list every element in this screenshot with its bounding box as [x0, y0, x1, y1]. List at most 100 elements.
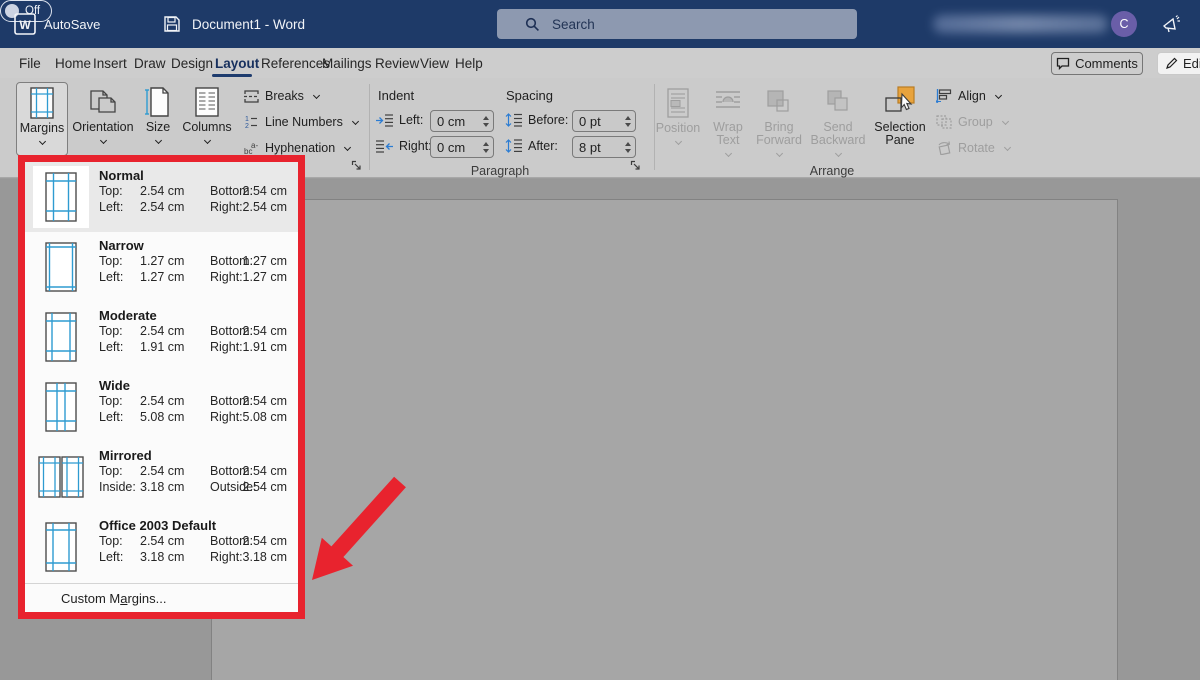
measure-label: Top:: [99, 184, 123, 198]
megaphone-icon[interactable]: [1160, 13, 1182, 35]
tab-help[interactable]: Help: [455, 48, 483, 78]
comments-label: Comments: [1075, 56, 1138, 71]
svg-text:1: 1: [245, 116, 249, 123]
columns-icon: [192, 86, 222, 118]
document-page[interactable]: [211, 199, 1118, 680]
svg-text:a-: a-: [251, 141, 258, 150]
tab-home[interactable]: Home: [55, 48, 91, 78]
margins-button[interactable]: Margins: [16, 82, 68, 156]
margins-preset-icon-office2003: [33, 516, 89, 578]
edit-button[interactable]: Edit: [1157, 52, 1200, 75]
measure-value: 1.27 cm: [243, 254, 287, 268]
margins-option-normal[interactable]: Normal Top: 2.54 cm Bottom: 2.54 cm Left…: [25, 162, 298, 232]
measure-label: Right:: [210, 340, 243, 354]
measure-value: 3.18 cm: [140, 550, 184, 564]
measure-label: Top:: [99, 254, 123, 268]
wrap-text-label: Wrap Text: [704, 121, 752, 147]
avatar[interactable]: C: [1111, 11, 1137, 37]
page-setup-dialog-launcher[interactable]: [351, 160, 364, 173]
indent-label: Indent: [378, 88, 414, 103]
line-numbers-button[interactable]: 1 2 Line Numbers: [244, 114, 358, 130]
measure-value: 2.54 cm: [243, 394, 287, 408]
size-button[interactable]: Size: [137, 82, 179, 156]
columns-button[interactable]: Columns: [182, 82, 232, 156]
position-icon: [665, 87, 691, 119]
indent-right-row: Right:: [376, 138, 432, 154]
measure-value: 5.08 cm: [140, 410, 184, 424]
indent-right-stepper[interactable]: [479, 137, 493, 157]
chevron-down-icon: [344, 143, 351, 150]
spacing-after-field: [572, 136, 636, 158]
size-icon: [143, 86, 173, 118]
measure-value: 1.27 cm: [243, 270, 287, 284]
orientation-button[interactable]: Orientation: [74, 82, 132, 156]
paragraph-dialog-launcher[interactable]: [630, 160, 643, 173]
search-box[interactable]: [497, 9, 857, 39]
comments-button[interactable]: Comments: [1051, 52, 1143, 75]
document-title: Document1 - Word: [192, 0, 305, 48]
tab-design[interactable]: Design: [171, 48, 213, 78]
spacing-after-input[interactable]: [573, 137, 621, 157]
breaks-button[interactable]: Breaks: [244, 88, 319, 104]
measure-value: 2.54 cm: [243, 200, 287, 214]
measure-value: 3.18 cm: [140, 480, 184, 494]
bring-forward-button: Bring Forward: [752, 82, 806, 156]
margins-icon: [27, 87, 57, 119]
measure-value: 2.54 cm: [243, 464, 287, 478]
spacing-before-input[interactable]: [573, 111, 621, 131]
preset-title: Moderate: [99, 308, 292, 324]
word-app-icon[interactable]: W: [14, 13, 36, 35]
chevron-down-icon: [1004, 143, 1011, 150]
hyphenation-label: Hyphenation: [265, 141, 335, 155]
chevron-down-icon: [674, 138, 681, 145]
selection-pane-button[interactable]: Selection Pane: [870, 82, 930, 156]
margins-option-office-2003-default[interactable]: Office 2003 Default Top: 2.54 cm Bottom:…: [25, 512, 298, 582]
margins-option-narrow[interactable]: Narrow Top: 1.27 cm Bottom: 1.27 cm Left…: [25, 232, 298, 302]
custom-margins-label: Custom M: [61, 591, 120, 606]
rotate-button: Rotate: [936, 140, 1010, 156]
breaks-label: Breaks: [265, 89, 304, 103]
tab-file[interactable]: File: [19, 48, 41, 78]
save-icon[interactable]: [163, 15, 181, 33]
measure-label: Left:: [99, 410, 123, 424]
chevron-down-icon: [995, 91, 1002, 98]
align-button[interactable]: Align: [936, 88, 1001, 104]
chevron-down-icon: [203, 137, 210, 144]
measure-label: Left:: [99, 270, 123, 284]
tab-mailings[interactable]: Mailings: [322, 48, 372, 78]
indent-right-input[interactable]: [431, 137, 479, 157]
indent-left-input[interactable]: [431, 111, 479, 131]
annotation-arrow: [300, 460, 410, 600]
group-button: Group: [936, 114, 1008, 130]
hyphenation-button[interactable]: bc a- Hyphenation: [244, 140, 350, 156]
bring-forward-label: Bring Forward: [752, 121, 806, 147]
svg-text:W: W: [19, 18, 31, 32]
send-backward-label: Send Backward: [808, 121, 868, 147]
chevron-down-icon: [99, 137, 106, 144]
search-input[interactable]: [552, 17, 802, 32]
orientation-label: Orientation: [72, 121, 133, 134]
spacing-before-stepper[interactable]: [621, 111, 635, 131]
tab-review[interactable]: Review: [375, 48, 419, 78]
tab-draw[interactable]: Draw: [134, 48, 166, 78]
measure-value: 2.54 cm: [140, 184, 184, 198]
chevron-down-icon: [38, 138, 45, 145]
tab-references[interactable]: References: [261, 48, 330, 78]
margins-option-wide[interactable]: Wide Top: 2.54 cm Bottom: 2.54 cm Left: …: [25, 372, 298, 442]
chevron-down-icon: [352, 117, 359, 124]
send-backward-icon: [823, 88, 853, 118]
pencil-icon: [1165, 57, 1178, 70]
position-button: Position: [654, 82, 702, 156]
ribbon-tab-row: File Home Insert Draw Design Layout Refe…: [0, 48, 1200, 78]
tab-insert[interactable]: Insert: [93, 48, 127, 78]
margins-option-mirrored[interactable]: Mirrored Top: 2.54 cm Bottom: 2.54 cm In…: [25, 442, 298, 512]
group-separator: [369, 84, 370, 170]
measure-value: 2.54 cm: [243, 480, 287, 494]
spacing-label: Spacing: [506, 88, 553, 103]
spacing-after-stepper[interactable]: [621, 137, 635, 157]
tab-view[interactable]: View: [420, 48, 449, 78]
margins-option-moderate[interactable]: Moderate Top: 2.54 cm Bottom: 2.54 cm Le…: [25, 302, 298, 372]
indent-left-stepper[interactable]: [479, 111, 493, 131]
custom-margins-item[interactable]: Custom Margins...: [25, 585, 298, 612]
chevron-down-icon: [154, 137, 161, 144]
